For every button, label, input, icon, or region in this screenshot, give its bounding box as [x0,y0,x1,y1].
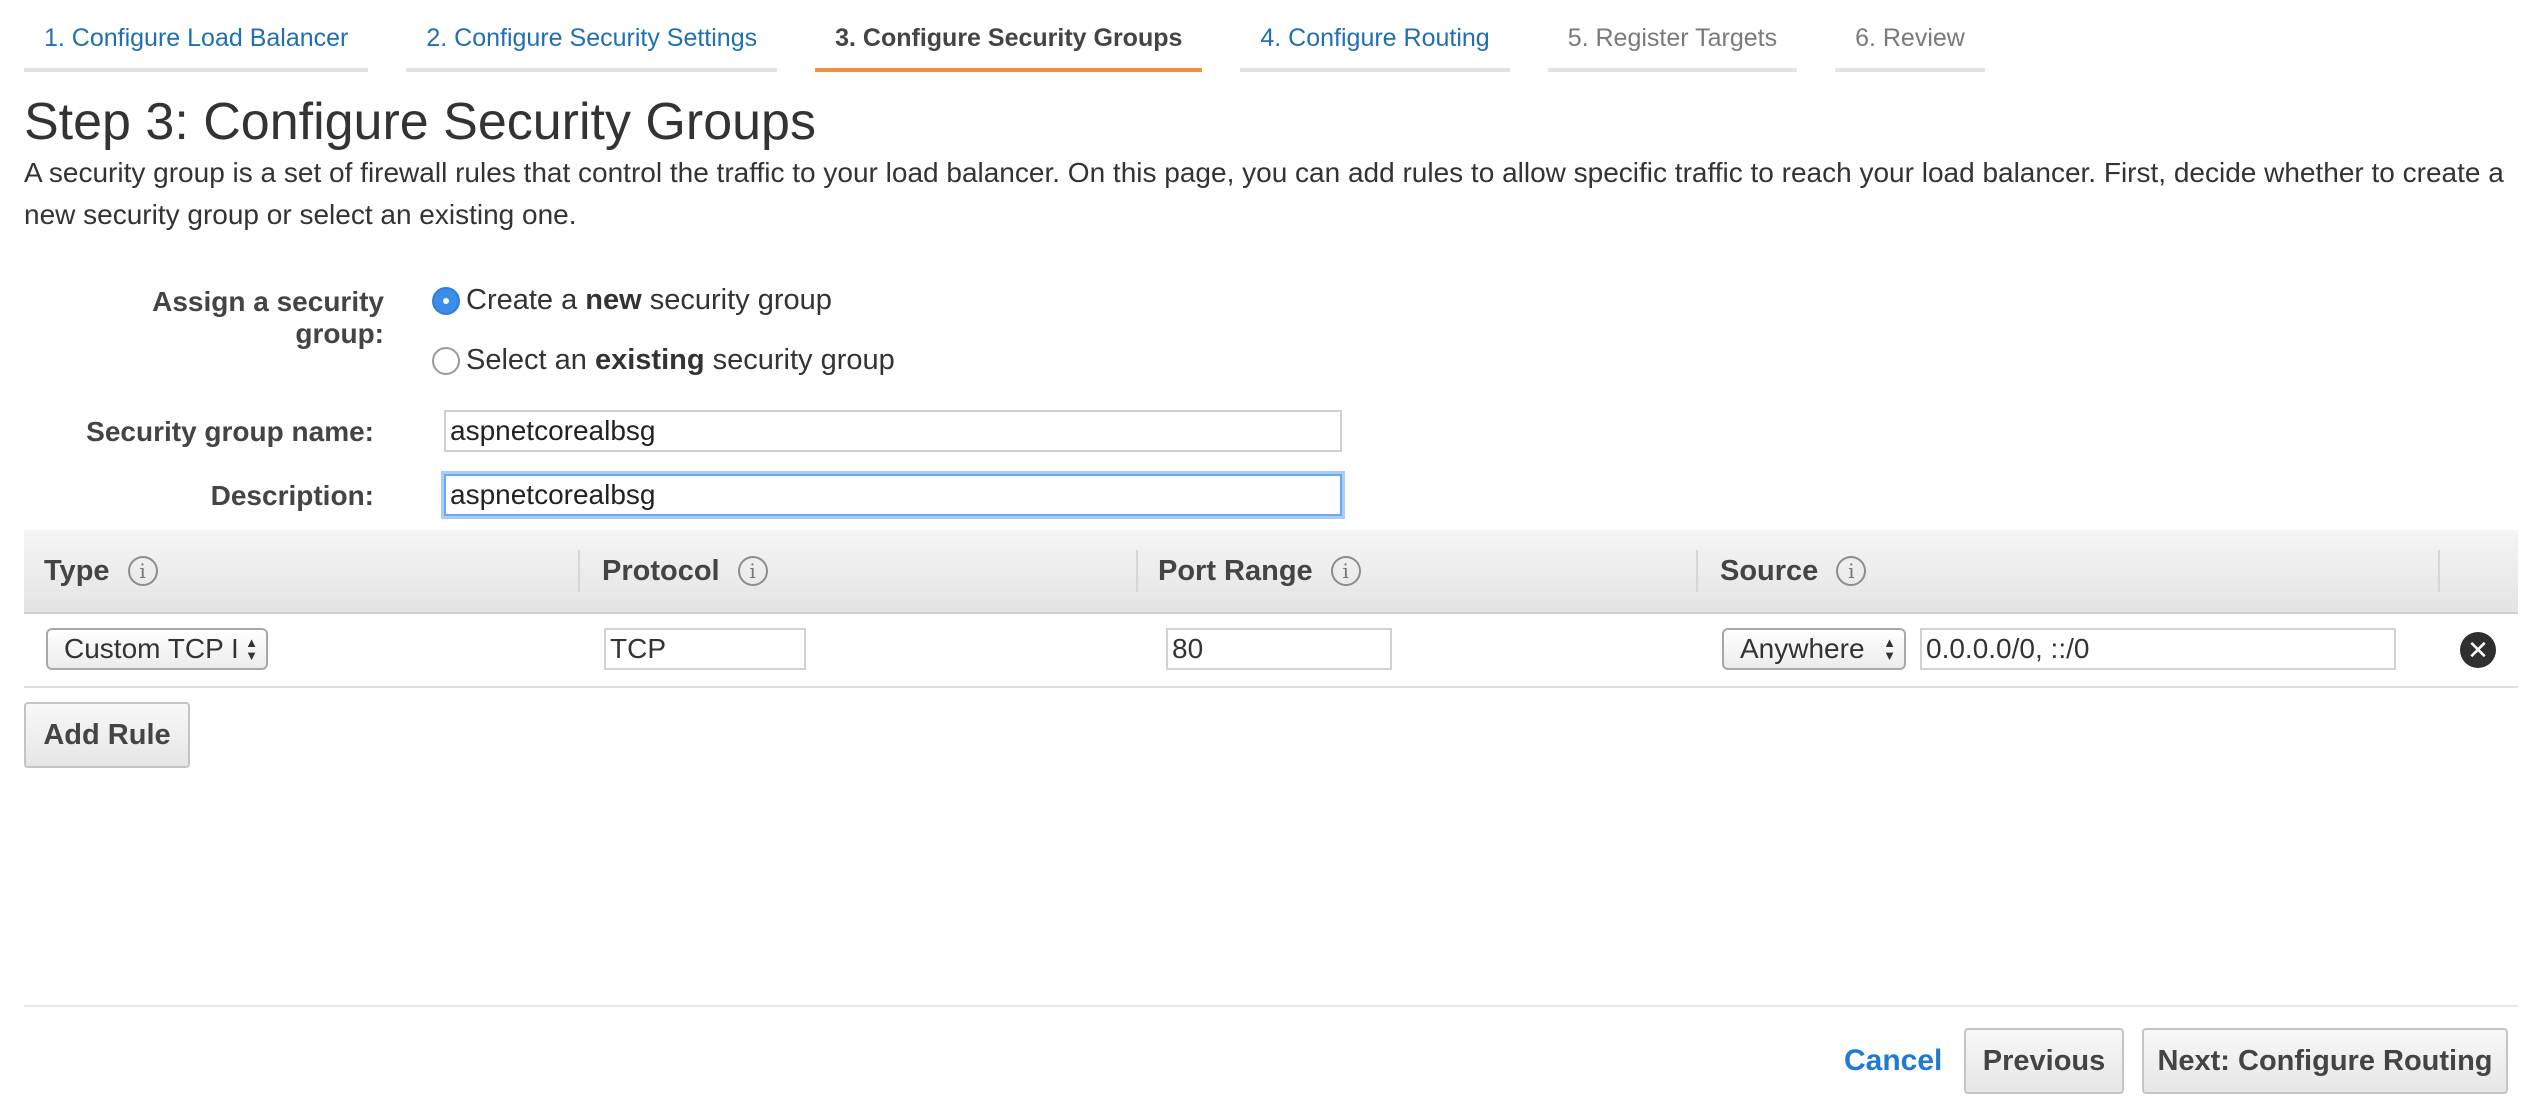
rules-table-header: Type i Protocol i Port Range i Source i [24,530,2518,614]
cancel-button[interactable]: Cancel [1844,1044,1942,1078]
radio-selected-icon[interactable] [432,286,460,315]
tab-review: 6. Review [1835,0,1985,72]
description-label: Description: [210,480,374,511]
assign-security-group-label: Assign a security group: [152,286,384,349]
add-rule-button[interactable]: Add Rule [24,702,190,768]
column-header-port-range: Port Range i [1158,530,1361,612]
inbound-rules-table: Type i Protocol i Port Range i Source i … [24,530,2518,688]
tab-configure-security-settings[interactable]: 2. Configure Security Settings [406,0,778,72]
remove-rule-icon[interactable]: ✕ [2460,632,2496,668]
tab-configure-routing[interactable]: 4. Configure Routing [1240,0,1510,72]
radio-select-existing-security-group[interactable]: Select an existing security group [432,344,895,377]
description-input[interactable] [444,474,1342,516]
tab-configure-security-groups[interactable]: 3. Configure Security Groups [815,0,1203,72]
rule-protocol-field[interactable]: TCP [604,628,806,670]
security-group-name-label: Security group name: [86,416,374,447]
security-group-name-input[interactable] [444,410,1342,452]
info-icon[interactable]: i [127,556,158,586]
radio-create-new-security-group[interactable]: Create a new security group [432,284,832,317]
next-configure-routing-button[interactable]: Next: Configure Routing [2142,1028,2508,1094]
updown-arrows-icon: ▲ ▼ [1883,635,1896,663]
rule-port-range-input[interactable]: 80 [1166,628,1392,670]
rule-source-cidr-input[interactable]: 0.0.0.0/0, ::/0 [1920,628,2396,670]
updown-arrows-icon: ▲ ▼ [245,635,258,663]
info-icon[interactable]: i [1330,556,1361,586]
radio-create-new-label: Create a new security group [466,284,832,316]
column-header-protocol: Protocol i [602,530,768,612]
radio-unselected-icon[interactable] [432,346,460,375]
wizard-steps-nav: 1. Configure Load Balancer 2. Configure … [24,0,1985,72]
page-title: Step 3: Configure Security Groups [24,93,816,151]
info-icon[interactable]: i [1836,556,1867,586]
column-divider [578,550,580,592]
column-divider [2438,550,2440,592]
rule-source-select[interactable]: Anywhere ▲ ▼ [1722,628,1906,670]
column-divider [1696,550,1698,592]
page-intro-text: A security group is a set of firewall ru… [24,157,2504,230]
column-header-source: Source i [1720,530,1867,612]
tab-configure-load-balancer[interactable]: 1. Configure Load Balancer [24,0,369,72]
column-divider [1136,550,1138,592]
previous-button[interactable]: Previous [1964,1028,2124,1094]
tab-register-targets: 5. Register Targets [1547,0,1798,72]
radio-select-existing-label: Select an existing security group [466,344,895,376]
column-header-type: Type i [44,530,158,612]
rule-type-select[interactable]: Custom TCP I ▲ ▼ [46,628,268,670]
info-icon[interactable]: i [737,556,768,586]
table-row: Custom TCP I ▲ ▼ TCP 80 Anywhere ▲ ▼ 0.0.0… [24,614,2518,688]
security-groups-wizard-page: 1. Configure Load Balancer 2. Configure … [0,0,2534,1108]
footer-divider [24,1005,2518,1007]
